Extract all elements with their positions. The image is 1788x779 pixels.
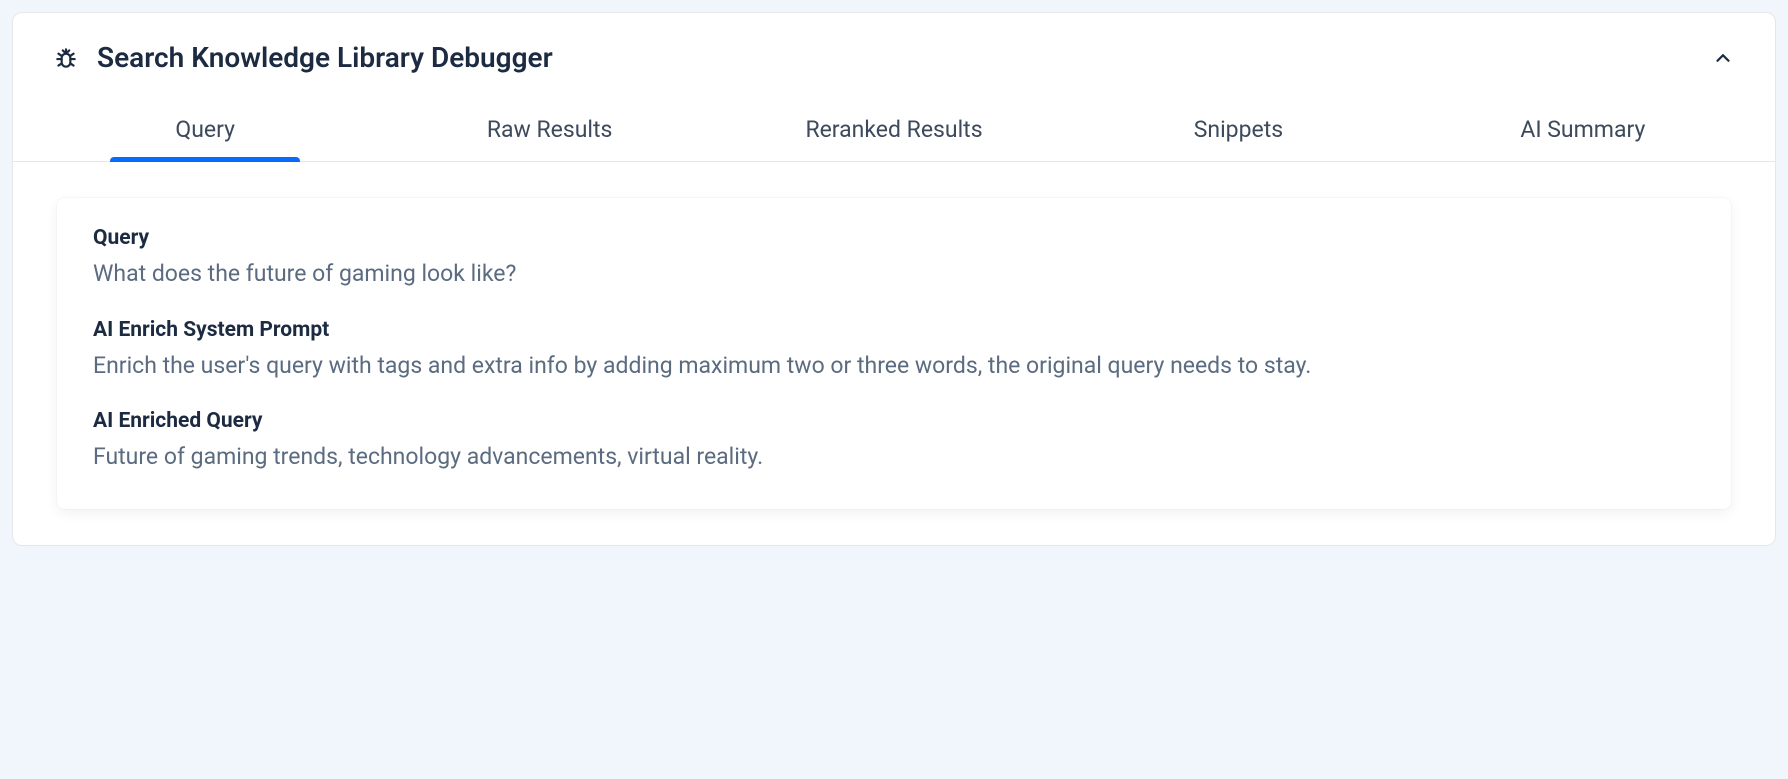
field-ai-enrich-system-prompt: AI Enrich System Prompt Enrich the user'… — [93, 318, 1695, 384]
field-label-ai-enrich-system-prompt: AI Enrich System Prompt — [93, 318, 1695, 342]
card-header: Search Knowledge Library Debugger — [13, 13, 1775, 102]
chevron-up-icon — [1712, 47, 1734, 69]
tab-snippets[interactable]: Snippets — [1066, 102, 1410, 161]
field-ai-enriched-query: AI Enriched Query Future of gaming trend… — [93, 409, 1695, 475]
tabs-bar: Query Raw Results Reranked Results Snipp… — [13, 102, 1775, 162]
field-label-ai-enriched-query: AI Enriched Query — [93, 409, 1695, 433]
field-value-query: What does the future of gaming look like… — [93, 256, 1695, 292]
field-value-ai-enrich-system-prompt: Enrich the user's query with tags and ex… — [93, 348, 1695, 384]
collapse-toggle[interactable] — [1711, 46, 1735, 70]
tab-query[interactable]: Query — [33, 102, 377, 161]
tab-reranked-results[interactable]: Reranked Results — [722, 102, 1066, 161]
bug-icon — [53, 45, 79, 71]
tab-ai-summary[interactable]: AI Summary — [1411, 102, 1755, 161]
field-label-query: Query — [93, 226, 1695, 250]
header-left: Search Knowledge Library Debugger — [53, 41, 553, 74]
page-title: Search Knowledge Library Debugger — [97, 41, 553, 74]
field-query: Query What does the future of gaming loo… — [93, 226, 1695, 292]
tab-raw-results[interactable]: Raw Results — [377, 102, 721, 161]
query-panel: Query What does the future of gaming loo… — [57, 198, 1731, 509]
debugger-card: Search Knowledge Library Debugger Query … — [12, 12, 1776, 546]
field-value-ai-enriched-query: Future of gaming trends, technology adva… — [93, 439, 1695, 475]
